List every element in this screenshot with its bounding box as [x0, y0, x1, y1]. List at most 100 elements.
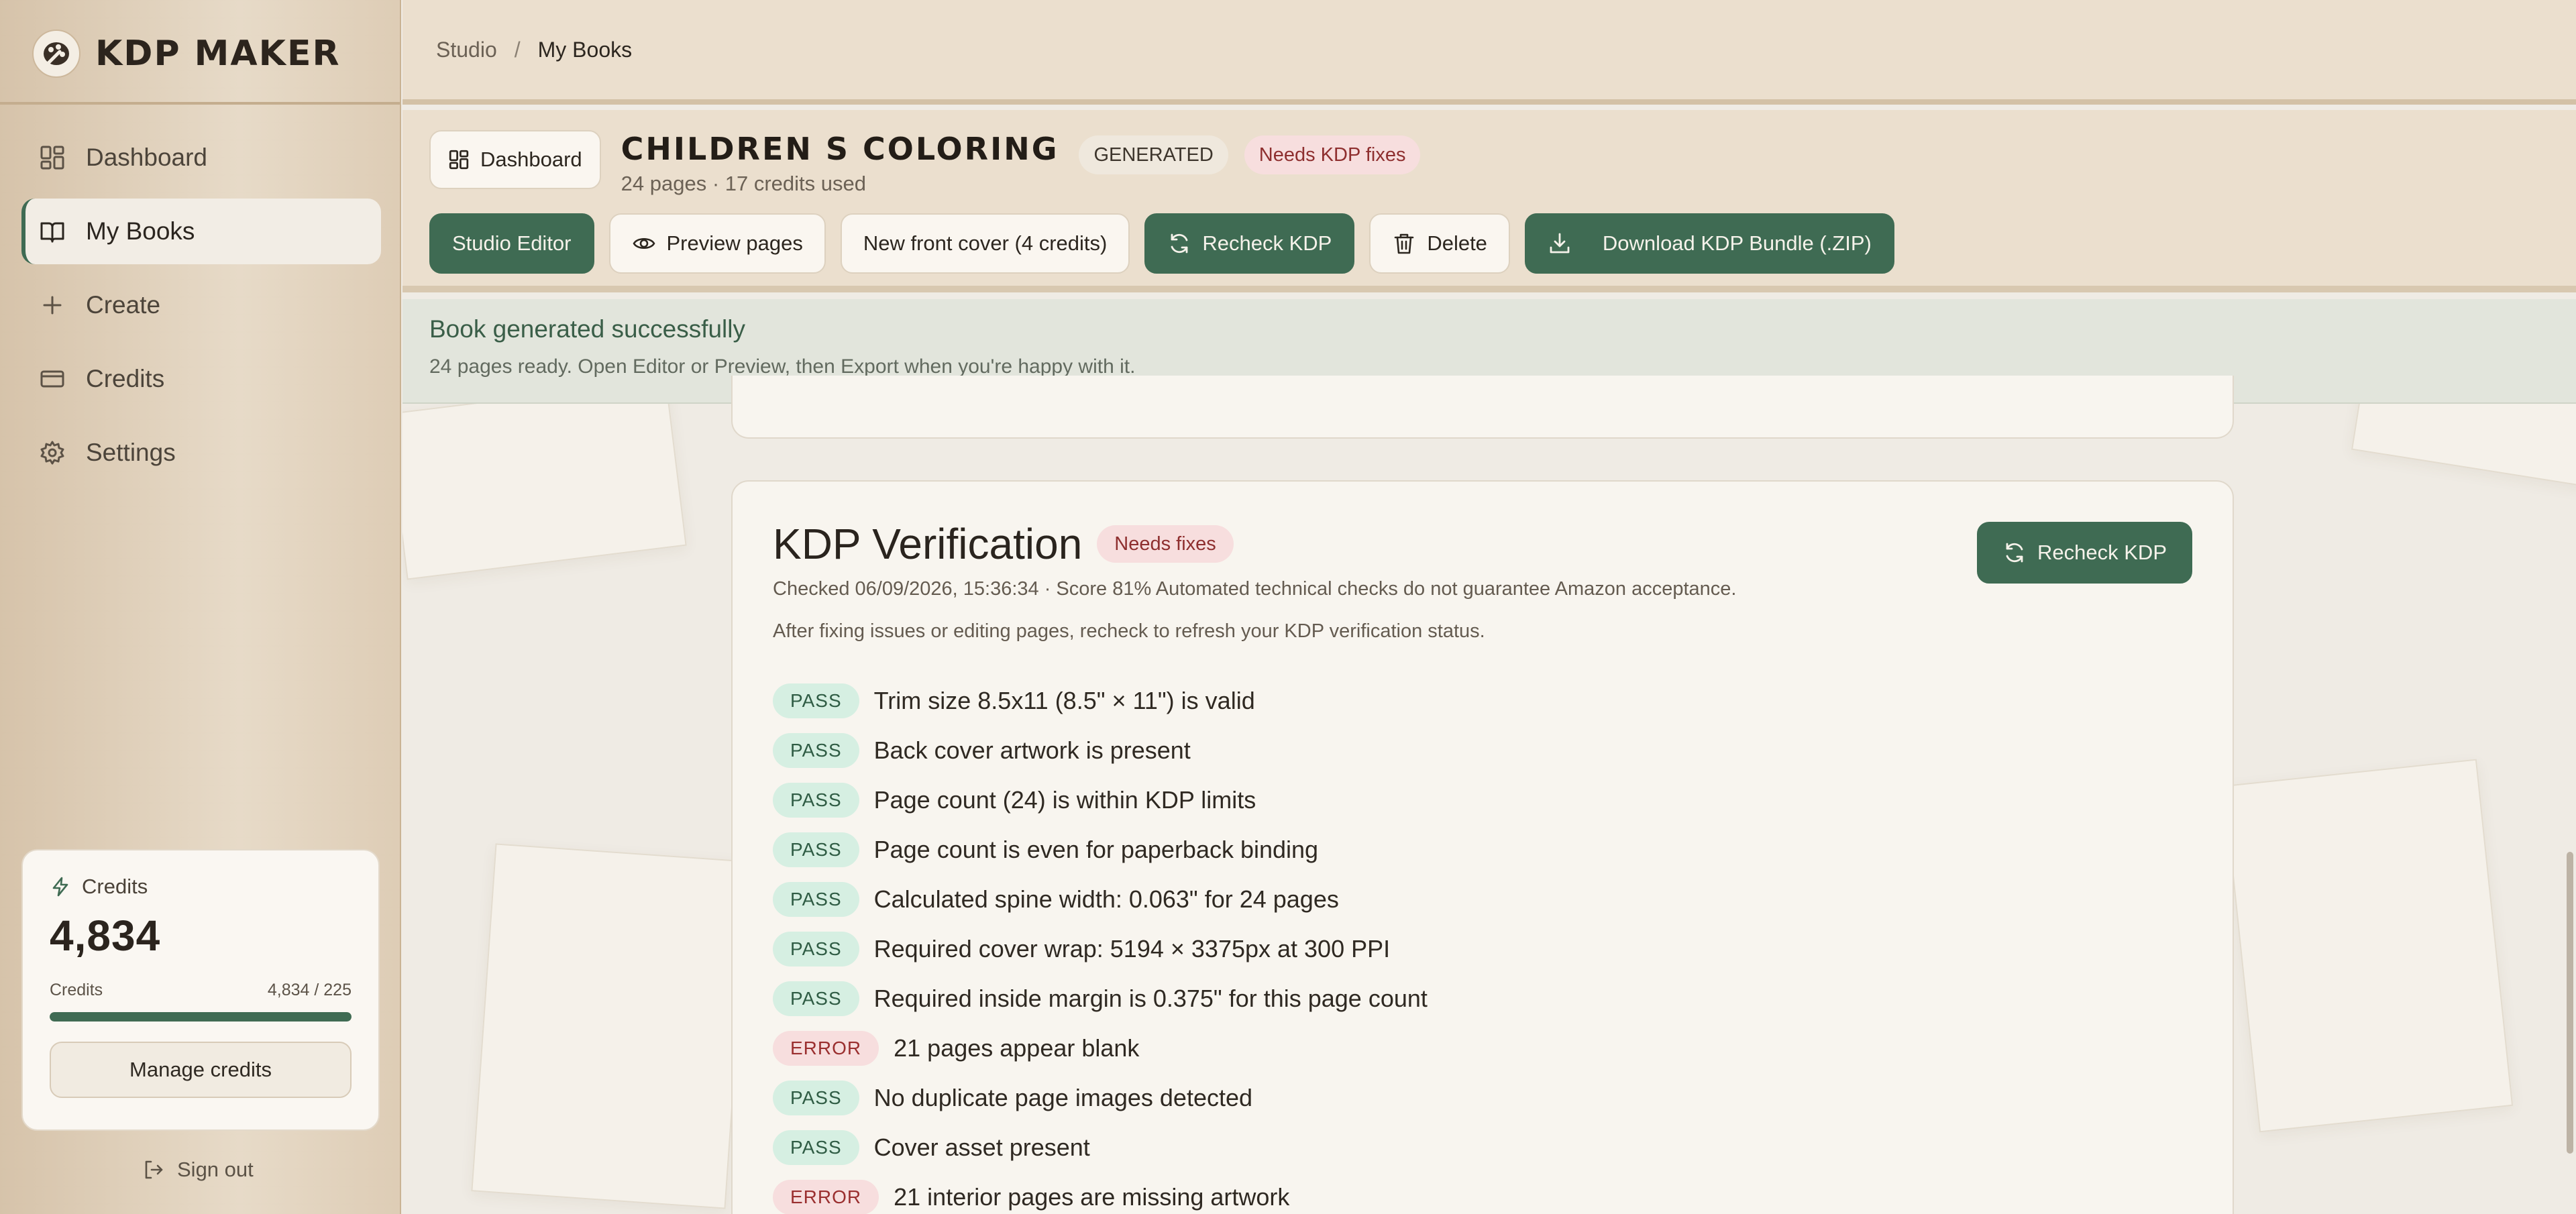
- plus-icon: [39, 292, 66, 319]
- trash-icon: [1392, 231, 1416, 256]
- manage-credits-button[interactable]: Manage credits: [50, 1042, 352, 1098]
- book-title-block: CHILDREN S COLORING 24 pages · 17 credit…: [621, 130, 1059, 196]
- check-text: Trim size 8.5x11 (8.5" × 11") is valid: [873, 687, 1255, 714]
- dashboard-back-button[interactable]: Dashboard: [429, 130, 601, 189]
- sidebar-item-label: My Books: [86, 217, 195, 245]
- check-row: PASS Required inside margin is 0.375" for…: [773, 974, 2192, 1024]
- breadcrumb: Studio / My Books: [402, 0, 2576, 105]
- breadcrumb-separator: /: [514, 37, 521, 62]
- check-status-badge: PASS: [773, 832, 859, 867]
- verification-hint: After fixing issues or editing pages, re…: [773, 620, 1485, 642]
- book-subtitle: 24 pages · 17 credits used: [621, 172, 866, 195]
- refresh-icon: [1167, 231, 1191, 256]
- lightning-icon: [50, 876, 71, 897]
- check-row: PASS Required cover wrap: 5194 × 3375px a…: [773, 924, 2192, 974]
- brand[interactable]: KDP MAKER: [32, 27, 341, 80]
- sidebar-item-label: Settings: [86, 439, 176, 466]
- sign-out-label: Sign out: [177, 1158, 254, 1181]
- book-header-row: Dashboard CHILDREN S COLORING 24 pages ·…: [429, 130, 1421, 196]
- refresh-icon: [2002, 541, 2027, 565]
- check-status-badge: PASS: [773, 1081, 859, 1115]
- check-row: PASS No duplicate page images detected: [773, 1073, 2192, 1123]
- check-text: 21 pages appear blank: [894, 1034, 1140, 1062]
- check-text: Page count (24) is within KDP limits: [873, 786, 1256, 814]
- check-status-badge: PASS: [773, 932, 859, 967]
- brand-name: KDP MAKER: [95, 34, 341, 74]
- sidebar-item-label: Dashboard: [86, 144, 208, 171]
- decorative-paper: [471, 843, 750, 1209]
- breadcrumb-current: My Books: [537, 37, 633, 62]
- check-status-badge: PASS: [773, 882, 859, 917]
- credits-card-heading: Credits: [82, 875, 148, 898]
- status-badge: GENERATED: [1079, 135, 1228, 174]
- verification-title: KDP Verification: [773, 520, 1083, 568]
- credits-progress-fill: [50, 1012, 352, 1022]
- credit-card-icon: [39, 366, 66, 392]
- check-row: PASS Back cover artwork is present: [773, 726, 2192, 775]
- decorative-paper: [402, 379, 687, 580]
- verification-checks-list: PASS Trim size 8.5x11 (8.5" × 11") is val…: [773, 676, 2192, 1214]
- sidebar-item-label: Credits: [86, 365, 165, 392]
- check-text: Calculated spine width: 0.063" for 24 pa…: [873, 885, 1339, 913]
- kdp-warning-badge: Needs KDP fixes: [1244, 135, 1421, 174]
- check-text: No duplicate page images detected: [873, 1084, 1253, 1111]
- verification-status-badge: Needs fixes: [1097, 525, 1234, 563]
- scrollbar-thumb[interactable]: [2567, 852, 2573, 1154]
- dashboard-back-label: Dashboard: [480, 148, 582, 171]
- check-status-badge: PASS: [773, 683, 859, 718]
- sidebar: KDP MAKER Dashboard My Books Create Cred…: [0, 0, 401, 1214]
- eye-icon: [632, 231, 656, 256]
- check-text: Required cover wrap: 5194 × 3375px at 30…: [873, 935, 1391, 962]
- studio-editor-button[interactable]: Studio Editor: [429, 213, 594, 274]
- sidebar-item-dashboard[interactable]: Dashboard: [21, 125, 381, 190]
- sidebar-item-create[interactable]: Create: [21, 272, 381, 338]
- preview-pages-button[interactable]: Preview pages: [608, 213, 826, 274]
- sidebar-item-my-books[interactable]: My Books: [21, 199, 381, 264]
- preview-pages-label: Preview pages: [666, 231, 803, 255]
- download-bundle-label: Download KDP Bundle (.ZIP): [1602, 231, 1872, 255]
- sidebar-item-settings[interactable]: Settings: [21, 420, 381, 486]
- check-row: PASS Page count (24) is within KDP limits: [773, 775, 2192, 825]
- verification-recheck-button[interactable]: Recheck KDP: [1977, 522, 2192, 584]
- kdp-verification-card: KDP Verification Needs fixes Recheck KDP…: [731, 480, 2234, 1214]
- sidebar-divider: [0, 102, 400, 105]
- credits-row: Credits 4,834 / 225: [50, 981, 352, 1000]
- recheck-kdp-label: Recheck KDP: [1202, 231, 1332, 255]
- alert-description: 24 pages ready. Open Editor or Preview, …: [429, 355, 1136, 378]
- check-status-badge: PASS: [773, 783, 859, 818]
- check-row: PASS Calculated spine width: 0.063" for 2…: [773, 875, 2192, 924]
- decorative-paper: [2222, 759, 2514, 1133]
- credits-card-header: Credits: [50, 875, 352, 899]
- download-bundle-button[interactable]: Download KDP Bundle (.ZIP): [1524, 213, 1894, 274]
- check-text: Back cover artwork is present: [873, 736, 1191, 764]
- check-row: ERROR 21 interior pages are missing artwo…: [773, 1172, 2192, 1214]
- check-text: Required inside margin is 0.375" for thi…: [873, 985, 1428, 1012]
- recheck-kdp-button[interactable]: Recheck KDP: [1144, 213, 1355, 274]
- palette-brush-icon: [32, 30, 80, 78]
- delete-button[interactable]: Delete: [1369, 213, 1510, 274]
- sidebar-item-credits[interactable]: Credits: [21, 346, 381, 412]
- sign-out-button[interactable]: Sign out: [142, 1158, 254, 1182]
- breadcrumb-studio[interactable]: Studio: [436, 38, 497, 62]
- credits-progress-bar: [50, 1012, 352, 1022]
- check-row: PASS Trim size 8.5x11 (8.5" × 11") is val…: [773, 676, 2192, 726]
- verification-recheck-label: Recheck KDP: [2037, 541, 2167, 564]
- credits-row-value: 4,834 / 225: [267, 981, 352, 999]
- credits-amount: 4,834: [50, 912, 161, 960]
- check-text: Cover asset present: [873, 1134, 1090, 1161]
- book-title: CHILDREN S COLORING: [621, 131, 1059, 167]
- sign-out-icon: [142, 1158, 165, 1181]
- download-icon: [1548, 231, 1572, 256]
- check-row: ERROR 21 pages appear blank: [773, 1024, 2192, 1073]
- check-status-badge: PASS: [773, 981, 859, 1016]
- sidebar-nav: Dashboard My Books Create Credits Settin…: [21, 125, 381, 494]
- book-actions: Studio Editor Preview pages New front co…: [429, 213, 1894, 274]
- dashboard-grid-icon: [39, 144, 66, 171]
- check-row: PASS Page count is even for paperback bin…: [773, 825, 2192, 875]
- scrollbar[interactable]: [2564, 0, 2576, 1214]
- alert-title: Book generated successfully: [429, 315, 745, 343]
- new-front-cover-button[interactable]: New front cover (4 credits): [840, 213, 1130, 274]
- gear-icon: [39, 439, 66, 466]
- check-status-badge: ERROR: [773, 1031, 879, 1066]
- check-text: Page count is even for paperback binding: [873, 836, 1319, 863]
